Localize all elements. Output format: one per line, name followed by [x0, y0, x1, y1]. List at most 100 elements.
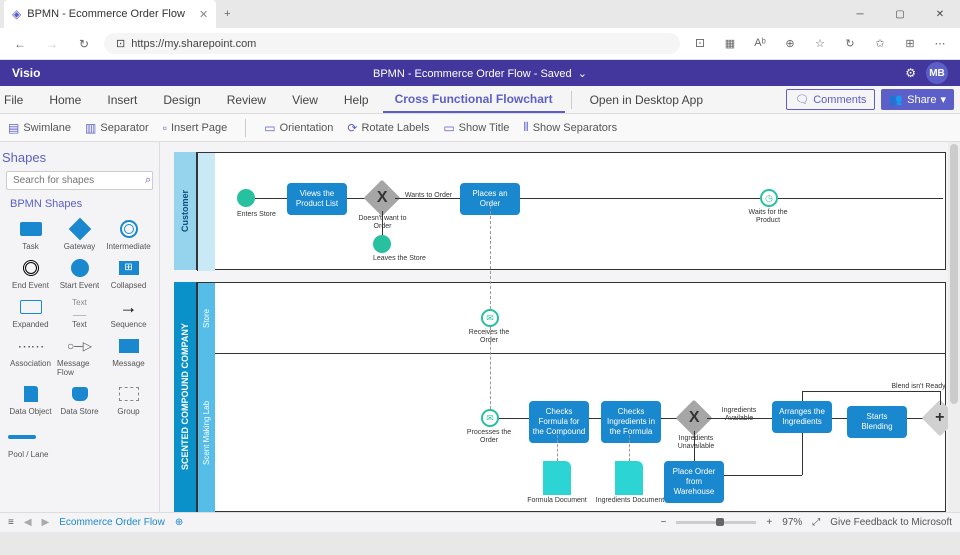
browser-tab[interactable]: ◈ BPMN - Ecommerce Order Flow ✕: [4, 0, 216, 28]
zoom-value[interactable]: 97%: [782, 517, 802, 528]
shape-end-event[interactable]: End Event: [6, 255, 55, 292]
new-tab-button[interactable]: +: [224, 8, 230, 20]
event-processes-order[interactable]: ✉Processes the Order: [481, 409, 519, 445]
open-desktop-button[interactable]: Open in Desktop App: [578, 88, 715, 112]
gateway-order-decision[interactable]: X: [369, 185, 395, 211]
task-checks-formula[interactable]: Checks Formula for the Compound: [529, 401, 589, 443]
pool-customer[interactable]: Customer: [174, 152, 196, 270]
shape-collapsed[interactable]: ⊞Collapsed: [104, 255, 153, 292]
share-button[interactable]: 👥Share▾: [881, 89, 954, 110]
doc-ingredients[interactable]: Ingredients Document: [615, 461, 665, 505]
doc-title[interactable]: BPMN - Ecommerce Order Flow - Saved ⌄: [373, 67, 587, 80]
tab-home[interactable]: Home: [37, 88, 93, 112]
shape-text[interactable]: Text___Text: [55, 294, 104, 331]
tool-orientation[interactable]: ▭Orientation: [264, 121, 333, 135]
window-maximize[interactable]: ▢: [880, 0, 920, 28]
task-place-warehouse-order[interactable]: Place Order from Warehouse: [664, 461, 724, 503]
shape-message-flow[interactable]: ○─▷Message Flow: [55, 333, 104, 379]
shape-task[interactable]: Task: [6, 216, 55, 253]
tab-view[interactable]: View: [280, 88, 330, 112]
tab-review[interactable]: Review: [215, 88, 278, 112]
refresh-icon[interactable]: ↻: [72, 37, 96, 51]
fit-page-icon[interactable]: ⤢: [812, 517, 820, 528]
edge-unavail: Ingredients Unavailable: [671, 435, 721, 451]
tool-swimlane[interactable]: ▤Swimlane: [8, 121, 71, 135]
zoom-icon[interactable]: ⊕: [778, 37, 802, 50]
ribbon: File Home Insert Design Review View Help…: [0, 86, 960, 114]
tab-help[interactable]: Help: [332, 88, 381, 112]
tool-separator[interactable]: ▥Separator: [85, 121, 149, 135]
window-close[interactable]: ✕: [920, 0, 960, 28]
doc-formula[interactable]: Formula Document: [543, 461, 587, 505]
shape-message[interactable]: Message: [104, 333, 153, 379]
shape-association[interactable]: ⋯⋯Association: [6, 333, 55, 379]
forward-icon[interactable]: →: [40, 37, 64, 51]
readaloud-icon[interactable]: Aᵇ: [748, 37, 772, 50]
tab-file[interactable]: File: [0, 88, 35, 112]
more-icon[interactable]: ⋯: [928, 37, 952, 50]
lane-scent-lab[interactable]: Scent Making Lab: [197, 353, 215, 512]
shape-start-event[interactable]: Start Event: [55, 255, 104, 292]
back-icon[interactable]: ←: [8, 37, 32, 51]
sheet-tab[interactable]: Ecommerce Order Flow: [59, 517, 165, 528]
task-starts-blending[interactable]: Starts Blending: [847, 406, 907, 438]
settings-icon[interactable]: ⚙: [905, 66, 916, 80]
tool-insert-page[interactable]: ▫Insert Page: [163, 121, 228, 135]
feedback-link[interactable]: Give Feedback to Microsoft: [830, 517, 952, 528]
shape-data-object[interactable]: Data Object: [6, 381, 55, 418]
search-icon[interactable]: ⌕: [145, 174, 151, 187]
vertical-scrollbar[interactable]: [948, 142, 960, 512]
shape-group[interactable]: Group: [104, 381, 153, 418]
title-icon: ▭: [443, 121, 454, 135]
share-icon: 👥: [889, 93, 903, 106]
task-arranges-ingredients[interactable]: Arranges the Ingredients: [772, 401, 832, 433]
lane-store[interactable]: Store: [197, 283, 215, 353]
zoom-in[interactable]: +: [766, 517, 772, 528]
tool-show-separators[interactable]: ⦀Show Separators: [523, 120, 617, 135]
shape-sequence[interactable]: →Sequence: [104, 294, 153, 331]
prev-sheet[interactable]: ◀: [24, 517, 32, 528]
search-input[interactable]: [13, 175, 145, 186]
tool-rotate-labels[interactable]: ⟳Rotate Labels: [347, 121, 429, 135]
shape-data-store[interactable]: Data Store: [55, 381, 104, 418]
tab-design[interactable]: Design: [151, 88, 212, 112]
sync-icon[interactable]: ↻: [838, 37, 862, 50]
avatar[interactable]: MB: [926, 62, 948, 84]
pool-company[interactable]: SCENTED COMPOUND COMPANY: [174, 282, 196, 512]
url-text: https://my.sharepoint.com: [131, 38, 256, 50]
add-sheet-button[interactable]: ⊕: [175, 517, 183, 528]
lane-customer[interactable]: [197, 153, 215, 271]
task-views-product-list[interactable]: Views the Product List: [287, 183, 347, 215]
url-input[interactable]: ⊡ https://my.sharepoint.com: [104, 33, 680, 54]
tool-show-title[interactable]: ▭Show Title: [443, 121, 509, 135]
comments-button[interactable]: 🗨Comments: [786, 89, 875, 110]
sheets-menu-icon[interactable]: ≡: [8, 517, 14, 528]
shape-intermediate[interactable]: Intermediate: [104, 216, 153, 253]
gateway-ingredients[interactable]: X: [681, 405, 707, 431]
event-leaves-store[interactable]: Leaves the Store: [373, 235, 426, 263]
qr-icon[interactable]: ▦: [718, 37, 742, 50]
shape-group-label[interactable]: BPMN Shapes: [10, 198, 153, 210]
shape-gateway[interactable]: Gateway: [55, 216, 104, 253]
shape-pool-lane[interactable]: Pool / Lane: [6, 424, 153, 461]
collections-icon[interactable]: ⊞: [898, 37, 922, 50]
shapes-search[interactable]: ⌕: [6, 171, 153, 190]
tab-cross-functional[interactable]: Cross Functional Flowchart: [383, 87, 565, 113]
favorite-icon[interactable]: ☆: [808, 37, 832, 50]
tab-insert[interactable]: Insert: [95, 88, 149, 112]
window-minimize[interactable]: ─: [840, 0, 880, 28]
close-tab-icon[interactable]: ✕: [199, 8, 208, 21]
diagram-canvas[interactable]: Customer Enters Store Views the Product …: [160, 142, 960, 512]
event-waits-product[interactable]: ◷Waits for the Product: [760, 189, 798, 225]
favorites-bar-icon[interactable]: ✩: [868, 37, 892, 50]
page-icon: ▫: [163, 121, 167, 135]
edge-avail: Ingredients Available: [715, 407, 763, 423]
shop-icon[interactable]: ⚀: [688, 37, 712, 50]
next-sheet[interactable]: ▶: [42, 517, 50, 528]
event-enters-store[interactable]: Enters Store: [237, 189, 276, 219]
event-receives-order[interactable]: ✉Receives the Order: [481, 309, 519, 345]
zoom-out[interactable]: −: [661, 517, 667, 528]
task-checks-ingredients[interactable]: Checks Ingredients in the Formula: [601, 401, 661, 443]
zoom-slider[interactable]: [676, 521, 756, 524]
shape-expanded[interactable]: Expanded: [6, 294, 55, 331]
